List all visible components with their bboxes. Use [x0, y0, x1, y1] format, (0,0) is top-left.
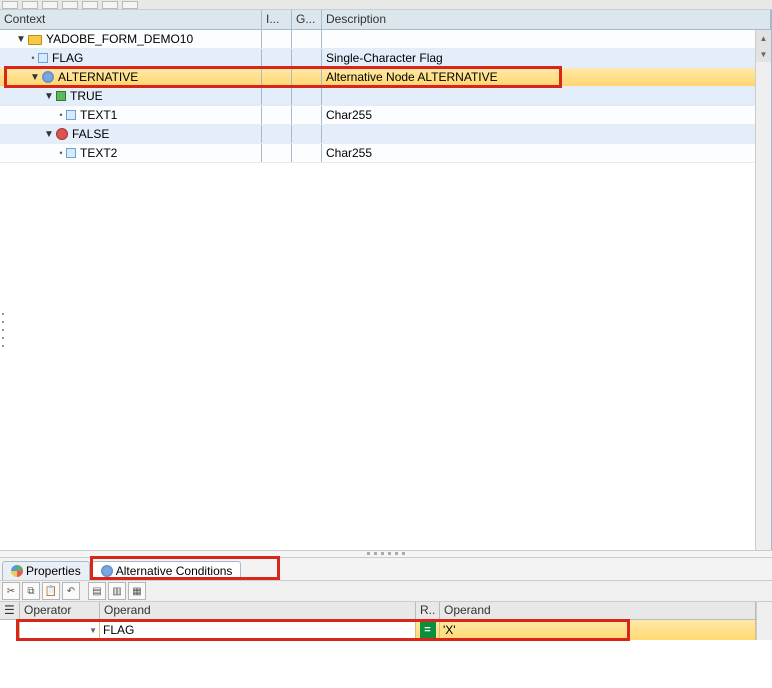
field-icon: [38, 53, 48, 63]
paste-button[interactable]: 📋: [42, 582, 60, 600]
node-label: TEXT2: [78, 146, 117, 160]
panel-resize-handle[interactable]: [0, 310, 6, 350]
operand1-cell[interactable]: FLAG: [100, 620, 416, 640]
node-description: Char255: [322, 108, 771, 122]
column-description[interactable]: Description: [322, 10, 771, 29]
dropdown-icon[interactable]: ▼: [89, 626, 97, 635]
node-description: Single-Character Flag: [322, 51, 771, 65]
tree-row-alt[interactable]: ▼ ALTERNATIVE Alternative Node ALTERNATIVE: [0, 68, 771, 87]
col-operator[interactable]: Operator: [20, 602, 100, 619]
bullet-icon: •: [58, 110, 64, 120]
operand2-value: 'X': [443, 623, 456, 637]
operand2-cell[interactable]: 'X': [440, 620, 756, 640]
true-icon: [56, 91, 66, 101]
condition-row[interactable]: ▼ FLAG = 'X': [0, 620, 756, 640]
node-label: ALTERNATIVE: [56, 70, 138, 84]
text-icon: [66, 148, 76, 158]
column-g[interactable]: G...: [292, 10, 322, 29]
expand-icon[interactable]: ▼: [44, 129, 54, 140]
expand-icon[interactable]: ▼: [30, 72, 40, 83]
tree-row-text2[interactable]: • TEXT2 Char255: [0, 144, 771, 163]
col-relation[interactable]: R..: [416, 602, 440, 619]
scroll-up-button[interactable]: ▲: [756, 30, 771, 46]
vertical-scrollbar[interactable]: ▲ ▼: [755, 30, 771, 550]
tab-alternative-conditions[interactable]: Alternative Conditions: [92, 561, 242, 580]
append-row-button[interactable]: ▦: [128, 582, 146, 600]
toolbar-button[interactable]: [62, 1, 78, 9]
tree-row-true[interactable]: ▼ TRUE: [0, 87, 771, 106]
node-label: TEXT1: [78, 108, 117, 122]
expand-icon[interactable]: ▼: [44, 91, 54, 102]
tree-header: Context I... G... Description: [0, 10, 771, 30]
row-selector[interactable]: [0, 620, 20, 640]
conditions-header: ☰ Operator Operand R.. Operand: [0, 602, 756, 620]
node-description: Alternative Node ALTERNATIVE: [322, 70, 771, 84]
tree-row-text1[interactable]: • TEXT1 Char255: [0, 106, 771, 125]
undo-button[interactable]: ↶: [62, 582, 80, 600]
node-label: TRUE: [68, 89, 103, 103]
relation-cell[interactable]: =: [416, 620, 440, 640]
insert-row-button[interactable]: ▤: [88, 582, 106, 600]
toolbar-button[interactable]: [102, 1, 118, 9]
node-label: YADOBE_FORM_DEMO10: [44, 32, 193, 46]
alt-icon: [42, 71, 54, 83]
operand1-value: FLAG: [103, 623, 134, 637]
expand-icon[interactable]: ▼: [16, 34, 26, 45]
select-all-button[interactable]: ☰: [0, 602, 20, 619]
tree-row-false[interactable]: ▼ FALSE: [0, 125, 771, 144]
bullet-icon: •: [58, 148, 64, 158]
equals-icon: =: [420, 622, 436, 638]
column-context[interactable]: Context: [0, 10, 262, 29]
bullet-icon: •: [30, 53, 36, 63]
properties-icon: [11, 565, 23, 577]
alternative-conditions-icon: [101, 565, 113, 577]
folder-icon: [28, 35, 42, 45]
conditions-toolbar: ✂ ⧉ 📋 ↶ ▤ ▥ ▦: [0, 580, 772, 602]
tree-row-root[interactable]: ▼ YADOBE_FORM_DEMO10: [0, 30, 771, 49]
false-icon: [56, 128, 68, 140]
toolbar-button[interactable]: [22, 1, 38, 9]
copy-button[interactable]: ⧉: [22, 582, 40, 600]
tab-strip: Properties Alternative Conditions: [0, 558, 772, 580]
col-operand1[interactable]: Operand: [100, 602, 416, 619]
toolbar-button[interactable]: [122, 1, 138, 9]
properties-panel: Properties Alternative Conditions ✂ ⧉ 📋 …: [0, 558, 772, 640]
editor-toolbar: [0, 0, 772, 10]
conditions-scrollbar[interactable]: [756, 602, 772, 640]
context-tree-panel: Context I... G... Description ▼ YADOBE_FO…: [0, 10, 772, 550]
tree-body: ▼ YADOBE_FORM_DEMO10 • FLAG Single-Character…: [0, 30, 771, 550]
delete-row-button[interactable]: ▥: [108, 582, 126, 600]
toolbar-button[interactable]: [2, 1, 18, 9]
operator-cell[interactable]: ▼: [20, 620, 100, 640]
scroll-down-button[interactable]: ▼: [756, 46, 771, 62]
toolbar-button[interactable]: [82, 1, 98, 9]
node-label: FLAG: [50, 51, 83, 65]
cut-button[interactable]: ✂: [2, 582, 20, 600]
toolbar-button[interactable]: [42, 1, 58, 9]
node-description: Char255: [322, 146, 771, 160]
node-label: FALSE: [70, 127, 109, 141]
tab-properties-label: Properties: [26, 564, 81, 578]
tab-properties[interactable]: Properties: [2, 561, 90, 580]
text-icon: [66, 110, 76, 120]
column-i[interactable]: I...: [262, 10, 292, 29]
horizontal-splitter[interactable]: [0, 550, 772, 558]
tree-row-flag[interactable]: • FLAG Single-Character Flag: [0, 49, 771, 68]
col-operand2[interactable]: Operand: [440, 602, 756, 619]
tab-alt-cond-label: Alternative Conditions: [116, 564, 233, 578]
